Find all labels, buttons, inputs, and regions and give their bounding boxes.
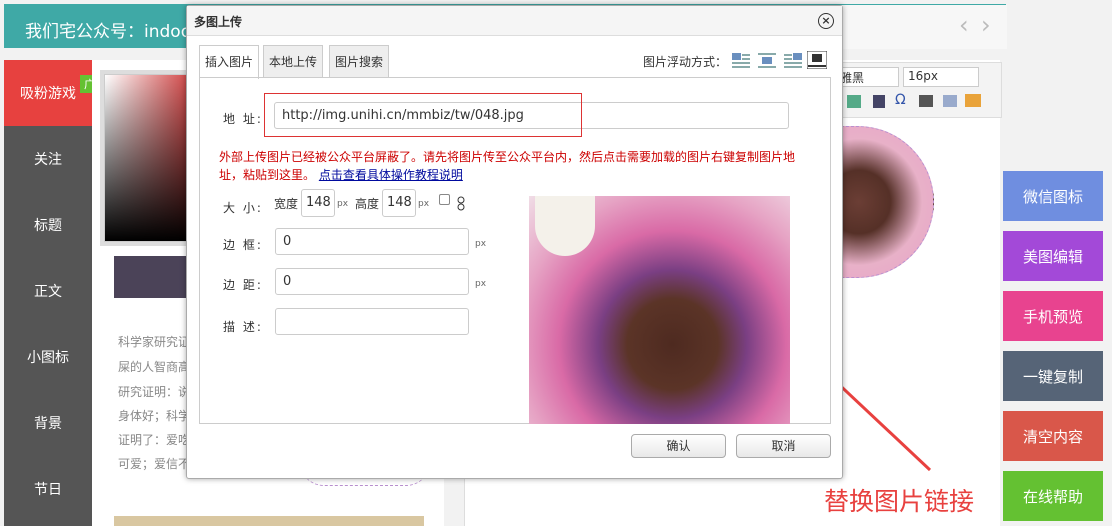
float-right-icon[interactable] <box>783 51 803 69</box>
preview-glass <box>535 196 595 256</box>
highlight-box <box>264 93 582 137</box>
height-unit: px <box>418 199 430 209</box>
dialog-title: 多图上传 <box>194 15 243 29</box>
lock-ratio-checkbox[interactable] <box>439 194 450 205</box>
float-none-icon[interactable] <box>731 51 751 69</box>
height-input[interactable]: 148 <box>382 189 416 217</box>
confirm-button[interactable]: 确认 <box>631 434 726 458</box>
tutorial-link[interactable]: 点击查看具体操作教程说明 <box>319 168 463 182</box>
size-label: 大 小: <box>223 201 263 215</box>
border-label: 边 框: <box>223 238 263 252</box>
margin-input[interactable]: 0 <box>275 268 469 295</box>
tab-image-search[interactable]: 图片搜索 <box>329 45 390 78</box>
address-label: 地 址: <box>223 112 263 126</box>
description-input[interactable] <box>275 308 469 335</box>
warning-message: 外部上传图片已经被公众平台屏蔽了。请先将图片传至公众平台内，然后点击需要加载的图… <box>219 150 796 182</box>
image-preview <box>529 196 790 424</box>
close-icon[interactable]: × <box>818 13 834 29</box>
border-input[interactable]: 0 <box>275 228 469 255</box>
float-left-icon[interactable] <box>757 51 777 69</box>
float-mode-label: 图片浮动方式： <box>643 55 728 69</box>
dialog-header: 多图上传 × <box>187 6 842 36</box>
margin-label: 边 距: <box>223 278 263 292</box>
margin-unit: px <box>475 279 487 289</box>
width-input[interactable]: 148 <box>301 189 335 217</box>
annotation-text: 替换图片链接 <box>824 487 975 516</box>
description-label: 描 述: <box>223 320 263 334</box>
height-label: 高度 <box>355 197 380 211</box>
border-unit: px <box>475 239 487 249</box>
lock-ratio-icon <box>457 196 465 211</box>
cancel-button[interactable]: 取消 <box>736 434 831 458</box>
width-unit: px <box>337 199 349 209</box>
width-label: 宽度 <box>274 197 299 211</box>
multi-image-upload-dialog: 多图上传 × 插入图片 本地上传 图片搜索 图片浮动方式： 地 址: http:… <box>186 5 843 479</box>
tab-insert-image[interactable]: 插入图片 <box>199 45 260 79</box>
warning-text: 外部上传图片已经被公众平台屏蔽了。请先将图片传至公众平台内，然后点击需要加载的图… <box>219 148 809 184</box>
float-center-icon[interactable] <box>807 51 827 69</box>
tab-local-upload[interactable]: 本地上传 <box>263 45 324 78</box>
